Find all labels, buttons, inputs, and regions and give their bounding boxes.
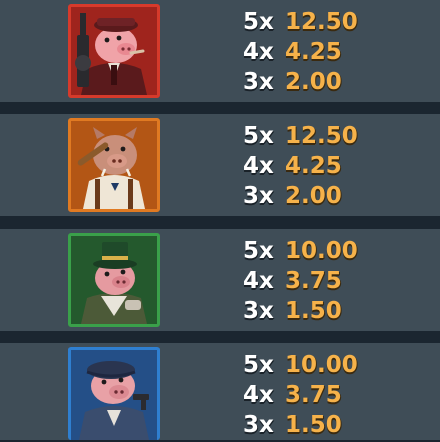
match-count: 5x: [243, 238, 274, 264]
match-count: 3x: [243, 183, 274, 209]
symbol-tile: [68, 4, 160, 98]
symbol-tile: [68, 118, 160, 212]
payout-value: 10.00: [285, 352, 358, 378]
payout-line: 5x 12.50: [243, 7, 433, 37]
payout-value: 1.50: [285, 298, 342, 324]
payout-line: 5x 12.50: [243, 121, 433, 151]
match-count: 4x: [243, 268, 274, 294]
payout-value: 1.50: [285, 412, 342, 438]
pig-cap-pistol-icon: [71, 350, 157, 440]
symbol-tile: [68, 347, 160, 440]
match-count: 4x: [243, 153, 274, 179]
paytable: 5x 12.50 4x 4.25 3x 2.00 5x 12.50 4x 4.2…: [0, 0, 440, 440]
paytable-row: 5x 12.50 4x 4.25 3x 2.00: [0, 114, 440, 216]
payout-value: 3.75: [285, 268, 342, 294]
payout-list: 5x 12.50 4x 4.25 3x 2.00: [243, 121, 433, 211]
payout-line: 4x 4.25: [243, 151, 433, 181]
pig-top-hat-icon: [71, 236, 157, 324]
payout-value: 12.50: [285, 123, 358, 149]
payout-line: 5x 10.00: [243, 236, 433, 266]
payout-value: 2.00: [285, 69, 342, 95]
match-count: 5x: [243, 352, 274, 378]
payout-line: 4x 3.75: [243, 380, 433, 410]
paytable-row: 5x 10.00 4x 3.75 3x 1.50: [0, 343, 440, 440]
payout-value: 10.00: [285, 238, 358, 264]
payout-value: 2.00: [285, 183, 342, 209]
match-count: 5x: [243, 123, 274, 149]
payout-value: 3.75: [285, 382, 342, 408]
payout-line: 4x 3.75: [243, 266, 433, 296]
payout-list: 5x 12.50 4x 4.25 3x 2.00: [243, 7, 433, 97]
match-count: 3x: [243, 412, 274, 438]
match-count: 5x: [243, 9, 274, 35]
match-count: 4x: [243, 39, 274, 65]
payout-value: 4.25: [285, 153, 342, 179]
payout-line: 3x 1.50: [243, 296, 433, 326]
payout-value: 4.25: [285, 39, 342, 65]
payout-list: 5x 10.00 4x 3.75 3x 1.50: [243, 350, 433, 440]
match-count: 3x: [243, 298, 274, 324]
payout-value: 12.50: [285, 9, 358, 35]
pig-gangster-tommy-gun-icon: [71, 7, 157, 95]
paytable-row: 5x 12.50 4x 4.25 3x 2.00: [0, 0, 440, 102]
pig-boss-bat-icon: [71, 121, 157, 209]
symbol-tile: [68, 233, 160, 327]
payout-line: 3x 2.00: [243, 67, 433, 97]
match-count: 4x: [243, 382, 274, 408]
payout-line: 3x 1.50: [243, 410, 433, 440]
payout-list: 5x 10.00 4x 3.75 3x 1.50: [243, 236, 433, 326]
match-count: 3x: [243, 69, 274, 95]
payout-line: 4x 4.25: [243, 37, 433, 67]
payout-line: 5x 10.00: [243, 350, 433, 380]
paytable-row: 5x 10.00 4x 3.75 3x 1.50: [0, 229, 440, 331]
payout-line: 3x 2.00: [243, 181, 433, 211]
